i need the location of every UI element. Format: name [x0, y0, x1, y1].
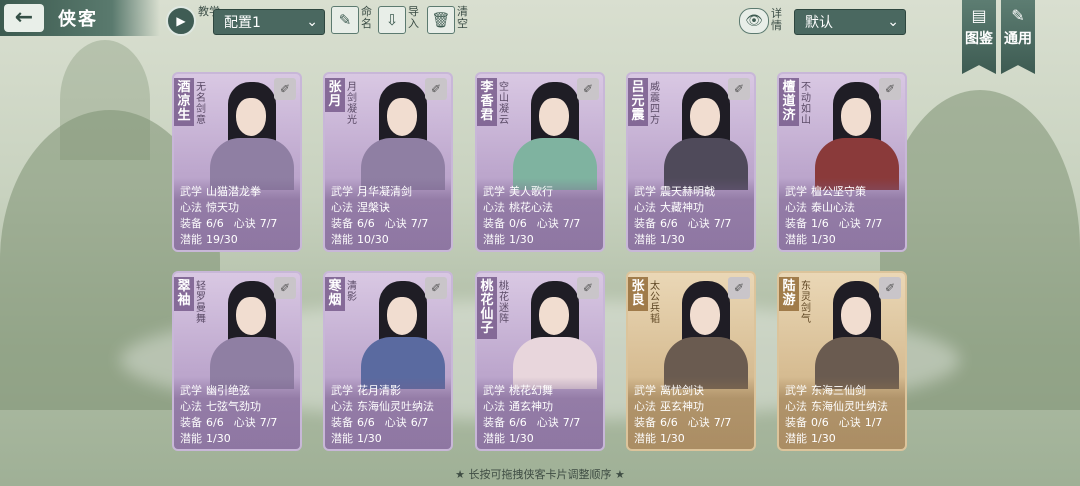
import-button[interactable]: ⇩ 导入	[378, 6, 420, 34]
brush-icon[interactable]: ✐	[577, 277, 599, 299]
hero-name: 吕元震	[628, 78, 648, 126]
hero-name: 李香君	[477, 78, 497, 126]
hero-stats: 武学 山猫潜龙拳 心法 惊天功 装备 6/6 心诀 7/7 潜能 19/30	[174, 178, 300, 250]
background-mountain	[60, 40, 150, 160]
brush-icon[interactable]: ✐	[425, 78, 447, 100]
back-button[interactable]: ← 侠客	[0, 0, 160, 36]
hero-card[interactable]: 陆游 东灵剑气 ✐ 武学 东海三仙剑 心法 东海仙灵吐纳法 装备 0/6 心诀 1/7 潜…	[777, 271, 907, 451]
brush-icon[interactable]: ✐	[879, 78, 901, 100]
hero-stats: 武学 震天赫明戟 心法 大藏神功 装备 6/6 心诀 7/7 潜能 1/30	[628, 178, 754, 250]
rename-button[interactable]: ✎ 命名	[331, 6, 373, 34]
hero-stats: 武学 离忧剑诀 心法 巫玄神功 装备 6/6 心诀 7/7 潜能 1/30	[628, 377, 754, 449]
hero-name: 张良	[628, 277, 648, 311]
left-arrow-icon: ←	[4, 4, 44, 32]
general-button[interactable]: ✎ 通用	[1001, 0, 1035, 74]
hero-name: 檀道济	[779, 78, 799, 126]
chevron-down-icon: ⌄	[306, 14, 318, 30]
tutorial-button[interactable]: ▶ 教学	[166, 6, 220, 36]
hero-title: 威震四方	[650, 82, 660, 126]
config-value: 配置1	[224, 15, 261, 31]
hero-title: 空山凝云	[499, 82, 509, 126]
sort-dropdown[interactable]: 默认 ⌄	[794, 9, 906, 35]
brush-icon: ✎	[331, 6, 359, 34]
brush-icon[interactable]: ✐	[728, 78, 750, 100]
hero-name: 寒烟	[325, 277, 345, 311]
import-label: 导入	[408, 5, 419, 30]
clear-button[interactable]: 🗑 清空	[427, 6, 469, 34]
brush-icon[interactable]: ✐	[274, 78, 296, 100]
brush-icon[interactable]: ✐	[425, 277, 447, 299]
detail-toggle[interactable]: 👁 详情	[739, 8, 783, 34]
hero-card[interactable]: 翠袖 轻罗曼舞 ✐ 武学 幽引绝弦 心法 七弦气劲功 装备 6/6 心诀 7/7 潜能 1/…	[172, 271, 302, 451]
hero-name: 桃花仙子	[477, 277, 497, 339]
sort-value: 默认	[805, 15, 833, 31]
eye-icon: 👁	[739, 8, 769, 34]
hero-name: 酒凉生	[174, 78, 194, 126]
hero-card[interactable]: 寒烟 清影 ✐ 武学 花月清影 心法 东海仙灵吐纳法 装备 6/6 心诀 6/7 潜能 1/…	[323, 271, 453, 451]
hero-title: 轻罗曼舞	[196, 281, 206, 325]
hero-name: 翠袖	[174, 277, 194, 311]
import-icon: ⇩	[378, 6, 406, 34]
book-icon: ▤	[971, 6, 987, 25]
hero-title: 太公兵韬	[650, 281, 660, 325]
hero-title: 东灵剑气	[801, 281, 811, 325]
hero-card[interactable]: 张良 太公兵韬 ✐ 武学 离忧剑诀 心法 巫玄神功 装备 6/6 心诀 7/7 潜能 1/3…	[626, 271, 756, 451]
hero-stats: 武学 檀公坚守策 心法 泰山心法 装备 1/6 心诀 7/7 潜能 1/30	[779, 178, 905, 250]
drag-hint: ★ 长按可拖拽侠客卡片调整顺序 ★	[455, 468, 625, 481]
brush-icon[interactable]: ✐	[274, 277, 296, 299]
brush-icon[interactable]: ✐	[728, 277, 750, 299]
top-bar: ← 侠客 ▶ 教学 配置1 ⌄ ✎ 命名 ⇩ 导入 🗑 清空 👁 详情 默认 ⌄…	[0, 0, 1080, 74]
hero-card[interactable]: 酒凉生 无名剑意 ✐ 武学 山猫潜龙拳 心法 惊天功 装备 6/6 心诀 7/7 潜能 19…	[172, 72, 302, 252]
brush-icon[interactable]: ✐	[577, 78, 599, 100]
trash-icon: 🗑	[427, 6, 455, 34]
rename-label: 命名	[361, 5, 372, 30]
hero-stats: 武学 月华凝清剑 心法 涅槃诀 装备 6/6 心诀 7/7 潜能 10/30	[325, 178, 451, 250]
hero-title: 无名剑意	[196, 82, 206, 126]
atlas-button[interactable]: ▤ 图鉴	[962, 0, 996, 74]
chevron-down-icon: ⌄	[887, 14, 899, 30]
hero-stats: 武学 桃花幻舞 心法 通玄神功 装备 6/6 心诀 7/7 潜能 1/30	[477, 377, 603, 449]
hero-card[interactable]: 檀道济 不动如山 ✐ 武学 檀公坚守策 心法 泰山心法 装备 1/6 心诀 7/7 潜能 1…	[777, 72, 907, 252]
atlas-label: 图鉴	[965, 31, 993, 47]
clear-label: 清空	[457, 5, 468, 30]
hero-title: 桃花迷阵	[499, 281, 509, 325]
hero-stats: 武学 美人歌行 心法 桃花心法 装备 0/6 心诀 7/7 潜能 1/30	[477, 178, 603, 250]
hero-card[interactable]: 桃花仙子 桃花迷阵 ✐ 武学 桃花幻舞 心法 通玄神功 装备 6/6 心诀 7/7 潜能 1…	[475, 271, 605, 451]
hero-stats: 武学 东海三仙剑 心法 东海仙灵吐纳法 装备 0/6 心诀 1/7 潜能 1/30	[779, 377, 905, 449]
hero-title: 月剑凝光	[347, 82, 357, 126]
hero-card[interactable]: 吕元震 威震四方 ✐ 武学 震天赫明戟 心法 大藏神功 装备 6/6 心诀 7/7 潜能 1…	[626, 72, 756, 252]
hero-stats: 武学 幽引绝弦 心法 七弦气劲功 装备 6/6 心诀 7/7 潜能 1/30	[174, 377, 300, 449]
detail-label: 详情	[771, 7, 782, 32]
hero-card-grid: 酒凉生 无名剑意 ✐ 武学 山猫潜龙拳 心法 惊天功 装备 6/6 心诀 7/7 潜能 19…	[172, 72, 908, 452]
general-label: 通用	[1004, 31, 1032, 47]
hero-card[interactable]: 张月 月剑凝光 ✐ 武学 月华凝清剑 心法 涅槃诀 装备 6/6 心诀 7/7 潜能 10/…	[323, 72, 453, 252]
brush-icon[interactable]: ✐	[879, 277, 901, 299]
page-title: 侠客	[58, 9, 98, 30]
hero-stats: 武学 花月清影 心法 东海仙灵吐纳法 装备 6/6 心诀 6/7 潜能 1/30	[325, 377, 451, 449]
hero-title: 不动如山	[801, 82, 811, 126]
config-dropdown[interactable]: 配置1 ⌄	[213, 9, 325, 35]
hero-title: 清影	[347, 281, 357, 303]
hero-card[interactable]: 李香君 空山凝云 ✐ 武学 美人歌行 心法 桃花心法 装备 0/6 心诀 7/7 潜能 1/…	[475, 72, 605, 252]
hero-name: 张月	[325, 78, 345, 112]
play-icon: ▶	[166, 6, 196, 36]
hero-name: 陆游	[779, 277, 799, 311]
scroll-icon: ✎	[1011, 6, 1025, 25]
